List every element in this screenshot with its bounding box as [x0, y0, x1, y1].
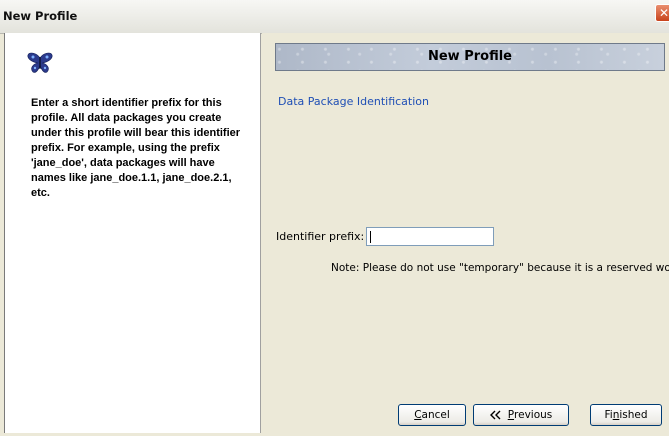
finished-label-end: ished	[619, 409, 648, 421]
close-icon: ✕	[658, 6, 669, 20]
text-caret	[370, 231, 371, 243]
finished-mnemonic: n	[612, 409, 620, 421]
identifier-prefix-label: Identifier prefix:	[276, 230, 365, 243]
double-chevron-left-icon	[489, 410, 501, 420]
help-panel: Enter a short identifier prefix for this…	[4, 33, 261, 433]
cancel-label: ancel	[421, 409, 450, 421]
form-panel: New Profile Data Package Identification …	[262, 33, 669, 436]
identifier-prefix-input[interactable]	[366, 227, 494, 246]
help-text: Enter a short identifier prefix for this…	[31, 97, 241, 199]
close-button[interactable]: ✕	[655, 4, 669, 22]
banner-title: New Profile	[427, 49, 512, 64]
finished-label-start: Fi	[604, 409, 613, 421]
finished-button[interactable]: Fi n ished	[590, 404, 662, 426]
cancel-button[interactable]: Cancel	[398, 404, 466, 426]
window-title: New Profile	[3, 9, 78, 23]
cancel-mnemonic: C	[414, 409, 422, 421]
previous-label: revious	[514, 409, 553, 421]
reserved-word-note: Note: Please do not use "temporary" beca…	[331, 262, 669, 274]
previous-button[interactable]: Previous	[473, 404, 569, 426]
header-banner: New Profile	[275, 43, 665, 71]
section-link[interactable]: Data Package Identification	[278, 95, 429, 108]
butterfly-icon	[27, 52, 53, 73]
title-bar: New Profile ✕	[0, 0, 669, 34]
